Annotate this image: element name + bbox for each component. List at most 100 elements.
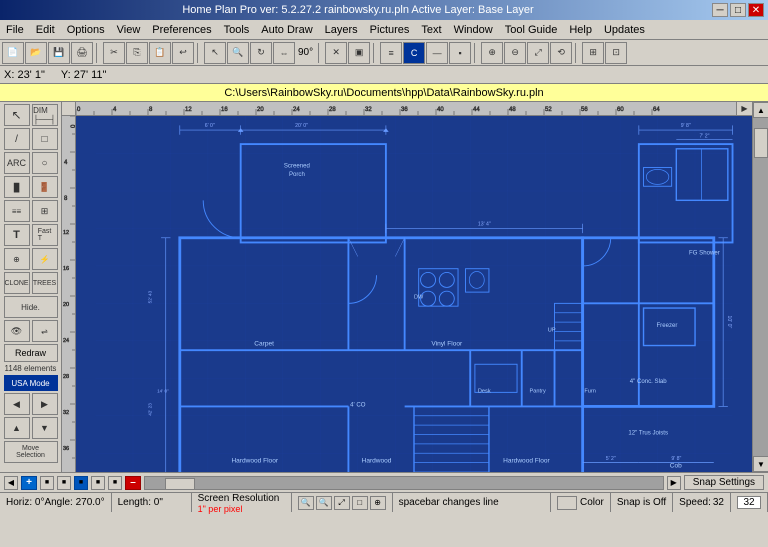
zoom-lvl2[interactable]: ■: [57, 476, 71, 490]
minimize-button[interactable]: ─: [712, 3, 728, 17]
fast-tool[interactable]: FastT: [32, 224, 58, 246]
rotate-button[interactable]: ↻: [250, 42, 272, 64]
zoom-lvl1[interactable]: ■: [40, 476, 54, 490]
color-button[interactable]: C: [403, 42, 425, 64]
menu-view[interactable]: View: [111, 22, 147, 38]
elec-tool[interactable]: ⚡: [32, 248, 58, 270]
zoom-in-status[interactable]: 🔍: [298, 496, 314, 510]
menu-help[interactable]: Help: [563, 22, 598, 38]
group-button[interactable]: ▣: [348, 42, 370, 64]
menu-updates[interactable]: Updates: [598, 22, 651, 38]
arrow-tool[interactable]: ↖: [4, 104, 30, 126]
copy-button[interactable]: ⎘: [126, 42, 148, 64]
door-tool[interactable]: 🚪: [32, 176, 58, 198]
select-button[interactable]: ↖: [204, 42, 226, 64]
scroll-down-button[interactable]: ▼: [753, 456, 768, 472]
usa-mode[interactable]: USA Mode: [4, 375, 58, 391]
zoom-button[interactable]: 🔍: [227, 42, 249, 64]
snap-up[interactable]: ▲: [4, 417, 30, 439]
menu-layers[interactable]: Layers: [319, 22, 364, 38]
delete-button[interactable]: ✕: [325, 42, 347, 64]
menu-text[interactable]: Text: [415, 22, 447, 38]
menu-pictures[interactable]: Pictures: [364, 22, 416, 38]
stair-tool[interactable]: ≡≡: [4, 200, 30, 222]
zoom-out-button[interactable]: ⊖: [504, 42, 526, 64]
zoom-lvl4[interactable]: ■: [91, 476, 105, 490]
right-scrollbar[interactable]: ▲ ▼: [752, 102, 768, 472]
fit-button[interactable]: ⤢: [527, 42, 549, 64]
rect-tool[interactable]: □: [32, 128, 58, 150]
move-tool[interactable]: ⇌: [32, 320, 58, 342]
arc-tool[interactable]: ARC: [4, 152, 30, 174]
redraw-button[interactable]: Redraw: [4, 344, 58, 362]
symbol-tool[interactable]: ⊕: [4, 248, 30, 270]
print-button[interactable]: 🖨: [71, 42, 93, 64]
zoom-fit-status[interactable]: ⤢: [334, 496, 350, 510]
nav-left[interactable]: ◀: [4, 476, 18, 490]
zoom-in-button[interactable]: ⊕: [481, 42, 503, 64]
snap-lt[interactable]: ◀: [4, 393, 30, 415]
zoom-lvl5[interactable]: ■: [108, 476, 122, 490]
clone-tool[interactable]: CLONE: [4, 272, 30, 294]
speed-status: Speed: 32: [673, 493, 731, 512]
snap-rt[interactable]: ▶: [32, 393, 58, 415]
h-scroll-track[interactable]: [144, 476, 664, 490]
line-tool[interactable]: /: [4, 128, 30, 150]
trees-tool[interactable]: TREES: [32, 272, 58, 294]
zoom-lvl3[interactable]: ■: [74, 476, 88, 490]
zoom-out-status[interactable]: 🔍: [316, 496, 332, 510]
file-path: C:\Users\RainbowSky.ru\Documents\hpp\Dat…: [224, 87, 543, 99]
view-tool[interactable]: 👁: [4, 320, 30, 342]
ruler-scroll-arrow[interactable]: ▶: [736, 102, 752, 115]
nav-right[interactable]: ▶: [667, 476, 681, 490]
snap-settings-btn[interactable]: Snap Settings: [684, 475, 764, 490]
maximize-button[interactable]: □: [730, 3, 746, 17]
move-selection-btn[interactable]: Move Selection: [4, 441, 58, 463]
menu-window[interactable]: Window: [448, 22, 499, 38]
line-button[interactable]: —: [426, 42, 448, 64]
menu-file[interactable]: File: [0, 22, 30, 38]
new-button[interactable]: 📄: [2, 42, 24, 64]
snap-dn[interactable]: ▼: [32, 417, 58, 439]
color-swatch[interactable]: [557, 496, 577, 510]
elements-count: 1148 elements: [5, 364, 57, 373]
save-button[interactable]: 💾: [48, 42, 70, 64]
canvas-area[interactable]: 0 4 8 12 16 20 24 28: [62, 102, 768, 472]
svg-text:4' CO: 4' CO: [350, 401, 366, 408]
menu-preferences[interactable]: Preferences: [146, 22, 217, 38]
menu-tool guide[interactable]: Tool Guide: [499, 22, 564, 38]
text-tool[interactable]: T: [4, 224, 30, 246]
scroll-up-button[interactable]: ▲: [753, 102, 768, 118]
paste-button[interactable]: 📋: [149, 42, 171, 64]
window-tool[interactable]: ⊞: [32, 200, 58, 222]
menu-auto draw[interactable]: Auto Draw: [255, 22, 318, 38]
undo2-button[interactable]: ⟲: [550, 42, 572, 64]
cut-button[interactable]: ✂: [103, 42, 125, 64]
scroll-thumb-right[interactable]: [754, 128, 768, 158]
zoom-misc-status[interactable]: ⊕: [370, 496, 386, 510]
zoom-minus[interactable]: +: [21, 476, 37, 490]
scroll-track-right[interactable]: [753, 118, 768, 456]
h-scroll-thumb[interactable]: [165, 478, 195, 490]
menu-tools[interactable]: Tools: [218, 22, 256, 38]
open-button[interactable]: 📂: [25, 42, 47, 64]
zoom-box-status[interactable]: □: [352, 496, 368, 510]
zoom-plus[interactable]: –: [125, 476, 141, 490]
dim-tool[interactable]: DIM├──┤: [32, 104, 58, 126]
layer-button[interactable]: ≡: [380, 42, 402, 64]
flip-button[interactable]: ⇔: [273, 42, 295, 64]
misc1-button[interactable]: ⊞: [582, 42, 604, 64]
svg-text:9' 8": 9' 8": [681, 123, 691, 129]
svg-text:7' 2": 7' 2": [699, 134, 709, 140]
wall-tool[interactable]: ▐▌: [4, 176, 30, 198]
tb-sep6: [575, 43, 579, 63]
menu-options[interactable]: Options: [61, 22, 111, 38]
circle-tool[interactable]: ○: [32, 152, 58, 174]
fill-button[interactable]: ▪: [449, 42, 471, 64]
hide-btn[interactable]: Hide.: [4, 296, 58, 318]
close-button[interactable]: ✕: [748, 3, 764, 17]
menu-edit[interactable]: Edit: [30, 22, 61, 38]
undo-button[interactable]: ↩: [172, 42, 194, 64]
misc2-button[interactable]: ⊡: [605, 42, 627, 64]
length-status: Length: 0": [112, 493, 192, 512]
